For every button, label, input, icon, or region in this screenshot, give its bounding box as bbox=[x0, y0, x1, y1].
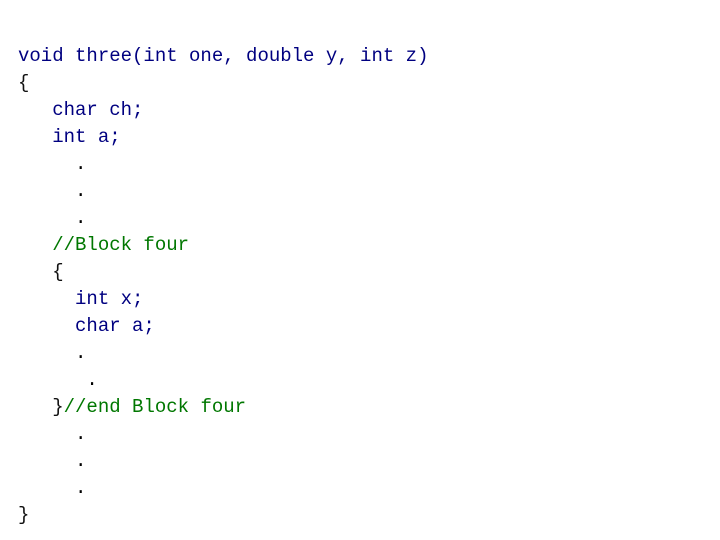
code-token: int a; bbox=[52, 126, 121, 148]
ellipsis-dot: . bbox=[75, 180, 87, 202]
code-line: char a; bbox=[18, 313, 708, 340]
code-token: void three(int one, double y, int z) bbox=[18, 45, 429, 67]
brace-token: { bbox=[52, 261, 64, 283]
code-token: int x; bbox=[75, 288, 144, 310]
comment-token: //Block four bbox=[52, 234, 190, 256]
ellipsis-dot: . bbox=[75, 477, 87, 499]
code-line: . bbox=[18, 205, 708, 232]
comment-token: //end Block four bbox=[63, 396, 247, 418]
brace-token: } bbox=[52, 396, 64, 418]
code-line: . bbox=[18, 448, 708, 475]
code-line: char ch; bbox=[18, 97, 708, 124]
code-line: int a; bbox=[18, 124, 708, 151]
code-line: . bbox=[18, 340, 708, 367]
ellipsis-dot: . bbox=[86, 369, 98, 391]
code-line: }//end Block four bbox=[18, 394, 708, 421]
code-token: char ch; bbox=[52, 99, 144, 121]
code-line: . bbox=[18, 421, 708, 448]
ellipsis-dot: . bbox=[75, 207, 87, 229]
code-listing: void three(int one, double y, int z) { ch… bbox=[18, 43, 708, 529]
code-line: . bbox=[18, 367, 708, 394]
code-line: { bbox=[18, 259, 708, 286]
code-line: . bbox=[18, 475, 708, 502]
code-line: . bbox=[18, 178, 708, 205]
brace-token: } bbox=[18, 504, 30, 526]
slide-canvas: void three(int one, double y, int z) { ch… bbox=[0, 0, 720, 540]
brace-token: { bbox=[18, 72, 30, 94]
code-line: //Block four bbox=[18, 232, 708, 259]
code-line: int x; bbox=[18, 286, 708, 313]
ellipsis-dot: . bbox=[75, 423, 87, 445]
code-line: } bbox=[18, 502, 708, 529]
code-token: char a; bbox=[75, 315, 155, 337]
code-line: { bbox=[18, 70, 708, 97]
ellipsis-dot: . bbox=[75, 450, 87, 472]
ellipsis-dot: . bbox=[75, 342, 87, 364]
code-line: void three(int one, double y, int z) bbox=[18, 43, 708, 70]
ellipsis-dot: . bbox=[75, 153, 87, 175]
code-line: . bbox=[18, 151, 708, 178]
